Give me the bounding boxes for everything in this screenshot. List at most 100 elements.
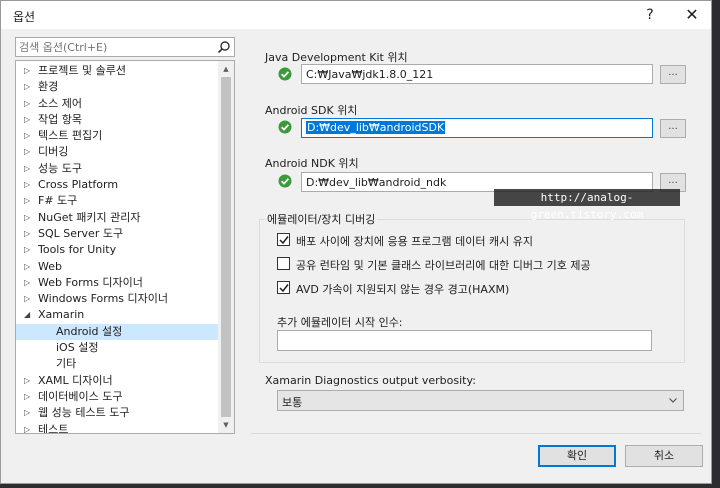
collapsed-arrow-icon[interactable]: ▷ <box>24 96 34 112</box>
sdk-valid-check-icon <box>278 120 292 134</box>
tree-item-label: Cross Platform <box>38 178 119 192</box>
collapsed-arrow-icon[interactable]: ▷ <box>24 144 34 160</box>
tree-item[interactable]: ▷ XAML 디자이너 <box>16 373 219 389</box>
collapsed-arrow-icon[interactable]: ▷ <box>24 242 34 258</box>
diagnostics-verbosity-select[interactable]: 보통 <box>277 390 684 411</box>
collapsed-arrow-icon[interactable]: ▷ <box>24 275 34 291</box>
tree-item[interactable]: ▷ F# 도구 <box>16 193 219 209</box>
tree-item[interactable]: ▷ Web Forms 디자이너 <box>16 275 219 291</box>
tree-item-label: 기타 <box>56 357 77 371</box>
footer-separator <box>251 433 701 434</box>
tree-item-label: 작업 항목 <box>38 112 82 126</box>
tree-scrollbar[interactable]: ▲ ▼ <box>218 61 234 433</box>
options-tree: ▷ 프로젝트 및 솔루션 ▷ 환경 ▷ 소스 제어 ▷ 작업 항목 ▷ 텍스트 편집기 ▷ 디버깅 ▷ 성… <box>15 60 235 434</box>
cache-app-data-label: 배포 사이에 장치에 응용 프로그램 데이터 캐시 유지 <box>296 235 533 248</box>
ok-button[interactable]: 확인 <box>538 445 616 467</box>
scroll-up-arrow-icon[interactable]: ▲ <box>218 61 234 77</box>
tree-item[interactable]: ◢ Xamarin <box>16 307 219 323</box>
tree-item[interactable]: 기타 <box>16 356 219 372</box>
collapsed-arrow-icon[interactable]: ▷ <box>24 177 34 193</box>
collapsed-arrow-icon[interactable]: ▷ <box>24 128 34 144</box>
collapsed-arrow-icon[interactable]: ▷ <box>24 291 34 307</box>
collapsed-arrow-icon[interactable]: ▷ <box>24 373 34 389</box>
tree-item[interactable]: iOS 설정 <box>16 340 219 356</box>
tree-item[interactable]: ▷ 텍스트 편집기 <box>16 128 219 144</box>
search-box <box>15 37 235 57</box>
tree-item[interactable]: ▷ 데이터베이스 도구 <box>16 389 219 405</box>
checkmark-icon <box>279 284 289 293</box>
collapsed-arrow-icon[interactable]: ▷ <box>24 193 34 209</box>
diagnostics-verbosity-value: 보통 <box>282 396 303 409</box>
tree-item[interactable]: ▷ 테스트 <box>16 422 219 433</box>
tree-item[interactable]: ▷ 작업 항목 <box>16 112 219 128</box>
collapsed-arrow-icon[interactable]: ▷ <box>24 112 34 128</box>
tree-item-label: Tools for Unity <box>38 243 117 257</box>
collapsed-arrow-icon[interactable]: ▷ <box>24 405 34 421</box>
cancel-button[interactable]: 취소 <box>625 445 703 467</box>
help-button[interactable]: ? <box>635 4 665 26</box>
tree-item[interactable]: ▷ Tools for Unity <box>16 242 219 258</box>
collapsed-arrow-icon[interactable]: ▷ <box>24 161 34 177</box>
scroll-thumb[interactable] <box>221 77 231 417</box>
tree-item[interactable]: ▷ 소스 제어 <box>16 96 219 112</box>
tree-item[interactable]: ▷ SQL Server 도구 <box>16 226 219 242</box>
collapsed-arrow-icon[interactable]: ▷ <box>24 389 34 405</box>
close-button[interactable]: ✕ <box>677 4 707 26</box>
search-icon[interactable] <box>217 40 231 54</box>
tree-item-label: SQL Server 도구 <box>38 226 124 240</box>
tree-item-label: 텍스트 편집기 <box>38 129 103 143</box>
collapsed-arrow-icon[interactable]: ▷ <box>24 210 34 226</box>
tree-item[interactable]: ▷ 성능 도구 <box>16 161 219 177</box>
tree-item[interactable]: ▷ 웹 성능 테스트 도구 <box>16 405 219 421</box>
tree-item[interactable]: ▷ NuGet 패키지 관리자 <box>16 210 219 226</box>
tree-item-label: 성능 도구 <box>38 161 82 175</box>
collapsed-arrow-icon[interactable]: ▷ <box>24 63 34 79</box>
tree-item[interactable]: ▷ Windows Forms 디자이너 <box>16 291 219 307</box>
sdk-path-input[interactable]: D:₩dev_lib₩androidSDK <box>301 118 653 138</box>
collapsed-arrow-icon[interactable]: ▷ <box>24 422 34 433</box>
tree-item-label: 웹 성능 테스트 도구 <box>38 406 130 420</box>
debug-symbols-checkbox[interactable] <box>277 257 290 270</box>
tree-item-label: Windows Forms 디자이너 <box>38 292 169 306</box>
ndk-valid-check-icon <box>278 174 292 188</box>
watermark-text: http://analog-green.tistory.com <box>494 189 680 221</box>
collapsed-arrow-icon[interactable]: ▷ <box>24 79 34 95</box>
avd-acceleration-warning-label: AVD 가속이 지원되지 않는 경우 경고(HAXM) <box>296 283 510 296</box>
tree-item[interactable]: ▷ Web <box>16 259 219 275</box>
tree-item[interactable]: Android 설정 <box>16 323 219 341</box>
java-path-input[interactable] <box>301 64 653 84</box>
sdk-location-label: Android SDK 위치 <box>265 104 358 117</box>
java-browse-button[interactable]: ... <box>660 65 686 84</box>
collapsed-arrow-icon[interactable]: ▷ <box>24 259 34 275</box>
scroll-down-arrow-icon[interactable]: ▼ <box>218 417 234 433</box>
java-location-label: Java Development Kit 위치 <box>265 51 408 64</box>
sdk-browse-button[interactable]: ... <box>660 119 686 138</box>
tree-item-label: Android 설정 <box>56 324 123 338</box>
tree-item-label: NuGet 패키지 관리자 <box>38 210 141 224</box>
tree-item-label: F# 도구 <box>38 194 78 208</box>
tree-item-label: 소스 제어 <box>38 96 82 110</box>
tree-item-label: iOS 설정 <box>56 341 99 355</box>
tree-item-label: XAML 디자이너 <box>38 373 113 387</box>
emulator-args-input[interactable] <box>277 330 652 351</box>
title-bar: 옵션 ? ✕ <box>1 1 711 29</box>
collapsed-arrow-icon[interactable]: ▷ <box>24 226 34 242</box>
checkmark-icon <box>279 236 289 245</box>
tree-item-label: 디버깅 <box>38 145 69 159</box>
emulator-args-label: 추가 에뮬레이터 시작 인수: <box>277 316 403 329</box>
ndk-location-label: Android NDK 위치 <box>265 157 359 170</box>
sdk-path-selected-text: D:₩dev_lib₩androidSDK <box>306 121 446 134</box>
expanded-arrow-icon[interactable]: ◢ <box>24 307 34 323</box>
tree-item-label: Web Forms 디자이너 <box>38 275 143 289</box>
tree-item[interactable]: ▷ 환경 <box>16 79 219 95</box>
avd-acceleration-warning-checkbox[interactable] <box>277 281 290 294</box>
tree-item-label: Web <box>38 259 62 273</box>
cache-app-data-checkbox[interactable] <box>277 233 290 246</box>
tree-item[interactable]: ▷ Cross Platform <box>16 177 219 193</box>
tree-item[interactable]: ▷ 프로젝트 및 솔루션 <box>16 63 219 79</box>
debug-symbols-label: 공유 런타임 및 기본 클래스 라이브러리에 대한 디버그 기호 제공 <box>296 259 591 272</box>
tree-item-label: 프로젝트 및 솔루션 <box>38 64 126 77</box>
search-input[interactable] <box>16 38 214 56</box>
tree-item-label: Xamarin <box>38 308 85 322</box>
tree-item[interactable]: ▷ 디버깅 <box>16 144 219 160</box>
